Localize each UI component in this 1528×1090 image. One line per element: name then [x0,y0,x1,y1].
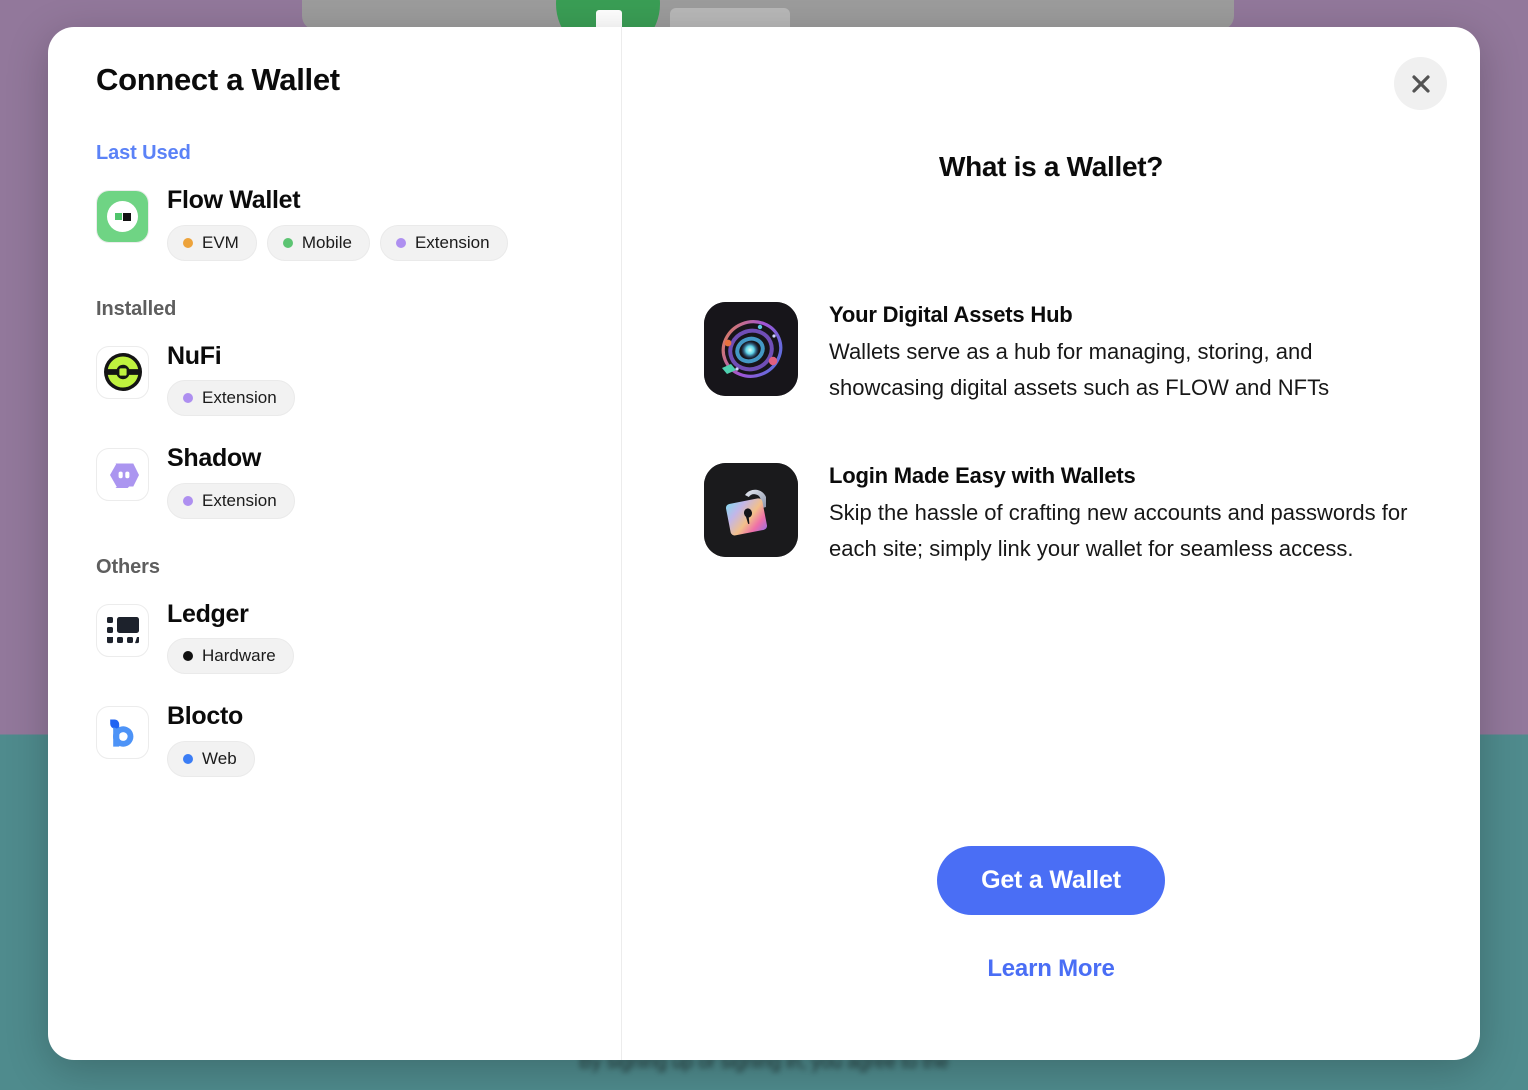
badge-label: Mobile [301,232,352,252]
wallet-list-pane: Connect a Wallet Last Used Flow Wallet EVM… [48,27,622,1060]
wallet-name: Shadow [167,444,262,472]
badge-dot-icon [183,651,193,661]
wallet-option-shadow[interactable]: Shadow Extension [96,444,621,519]
wallet-group-label: Last Used [96,142,191,164]
feature-text: Your Digital Assets Hub Wallets serve as … [829,302,1415,405]
platform-badge: EVM [167,224,257,261]
badge-label: Extension [202,490,277,510]
wallet-name: Blocto [167,702,243,730]
feature-title: Your Digital Assets Hub [829,302,1073,327]
platform-badge: Mobile [266,224,370,261]
wallet-group-label: Installed [96,297,177,320]
wallet-name: Flow Wallet [167,186,301,214]
badge-label: Extension [414,232,490,252]
wallet-option-body: Ledger Hardware [167,599,294,674]
badge-label: Web [202,748,237,768]
platform-badge: Extension [167,482,295,519]
badge-dot-icon [183,495,193,506]
wallet-info-pane: What is a Wallet? Your Digital Assets Hu… [622,27,1480,1060]
wallet-option-body: Flow Wallet EVM Mobile Extension [167,186,508,261]
close-button[interactable] [1394,57,1447,110]
info-panel-title: What is a Wallet? [938,151,1164,182]
badge-label: Hardware [202,646,276,665]
platform-badge: Hardware [167,638,294,674]
badge-dot-icon [282,237,293,248]
flow-wallet-icon [96,190,149,243]
badge-dot-icon [183,393,193,403]
wallet-group: Last Used Flow Wallet EVM Mobile Extension [96,142,621,261]
wallet-option-flow-wallet[interactable]: Flow Wallet EVM Mobile Extension [96,186,621,261]
feature-item: Your Digital Assets Hub Wallets serve as … [704,302,1415,405]
galaxy-icon [704,302,798,396]
wallet-option-body: Shadow Extension [167,444,295,519]
get-a-wallet-button[interactable]: Get a Wallet [937,846,1165,915]
connect-wallet-modal: Connect a Wallet Last Used Flow Wallet EVM… [48,27,1480,1060]
platform-badge: Extension [379,224,508,261]
blocto-icon [96,706,149,759]
feature-description: Wallets serve as a hub for managing, sto… [829,339,1330,400]
platform-badge: Extension [167,380,295,416]
wallet-badges: Web [167,740,255,777]
nufi-icon [96,345,149,399]
page-title: Connect a Wallet [96,62,340,97]
ledger-icon [96,603,149,657]
wallet-groups: Last Used Flow Wallet EVM Mobile Extension In… [96,142,621,777]
wallet-option-nufi[interactable]: NuFi Extension [96,341,621,416]
close-icon [1410,73,1432,95]
badge-label: Extension [202,388,277,407]
wallet-option-body: NuFi Extension [167,341,295,416]
learn-more-link[interactable]: Learn More [622,955,1480,983]
wallet-badges: Extension [167,380,295,416]
wallet-name: NuFi [167,341,222,370]
wallet-name: Ledger [167,599,249,628]
feature-item: Login Made Easy with Wallets Skip the has… [704,463,1415,566]
badge-dot-icon [395,237,406,248]
wallet-badges: EVM Mobile Extension [167,224,508,261]
wallet-option-blocto[interactable]: Blocto Web [96,702,621,777]
feature-text: Login Made Easy with Wallets Skip the has… [829,463,1415,566]
badge-dot-icon [183,237,193,248]
shadow-icon [96,448,149,501]
wallet-badges: Hardware [167,638,294,674]
badge-label: EVM [202,232,239,252]
feature-description: Skip the hassle of crafting new accounts… [829,500,1408,561]
feature-list: Your Digital Assets Hub Wallets serve as … [622,302,1480,567]
cta-block: Get a Wallet Learn More [622,846,1480,983]
wallet-option-body: Blocto Web [167,702,255,777]
badge-dot-icon [183,753,193,764]
wallet-badges: Extension [167,482,295,519]
wallet-group: Installed NuFi Extension Shadow Extension [96,298,621,519]
feature-title: Login Made Easy with Wallets [829,463,1136,489]
padlock-icon [704,463,798,558]
platform-badge: Web [167,740,255,777]
wallet-option-ledger[interactable]: Ledger Hardware [96,599,621,674]
wallet-group-label: Others [96,555,160,578]
wallet-group: Others Ledger Hardware Blocto Web [96,556,621,777]
